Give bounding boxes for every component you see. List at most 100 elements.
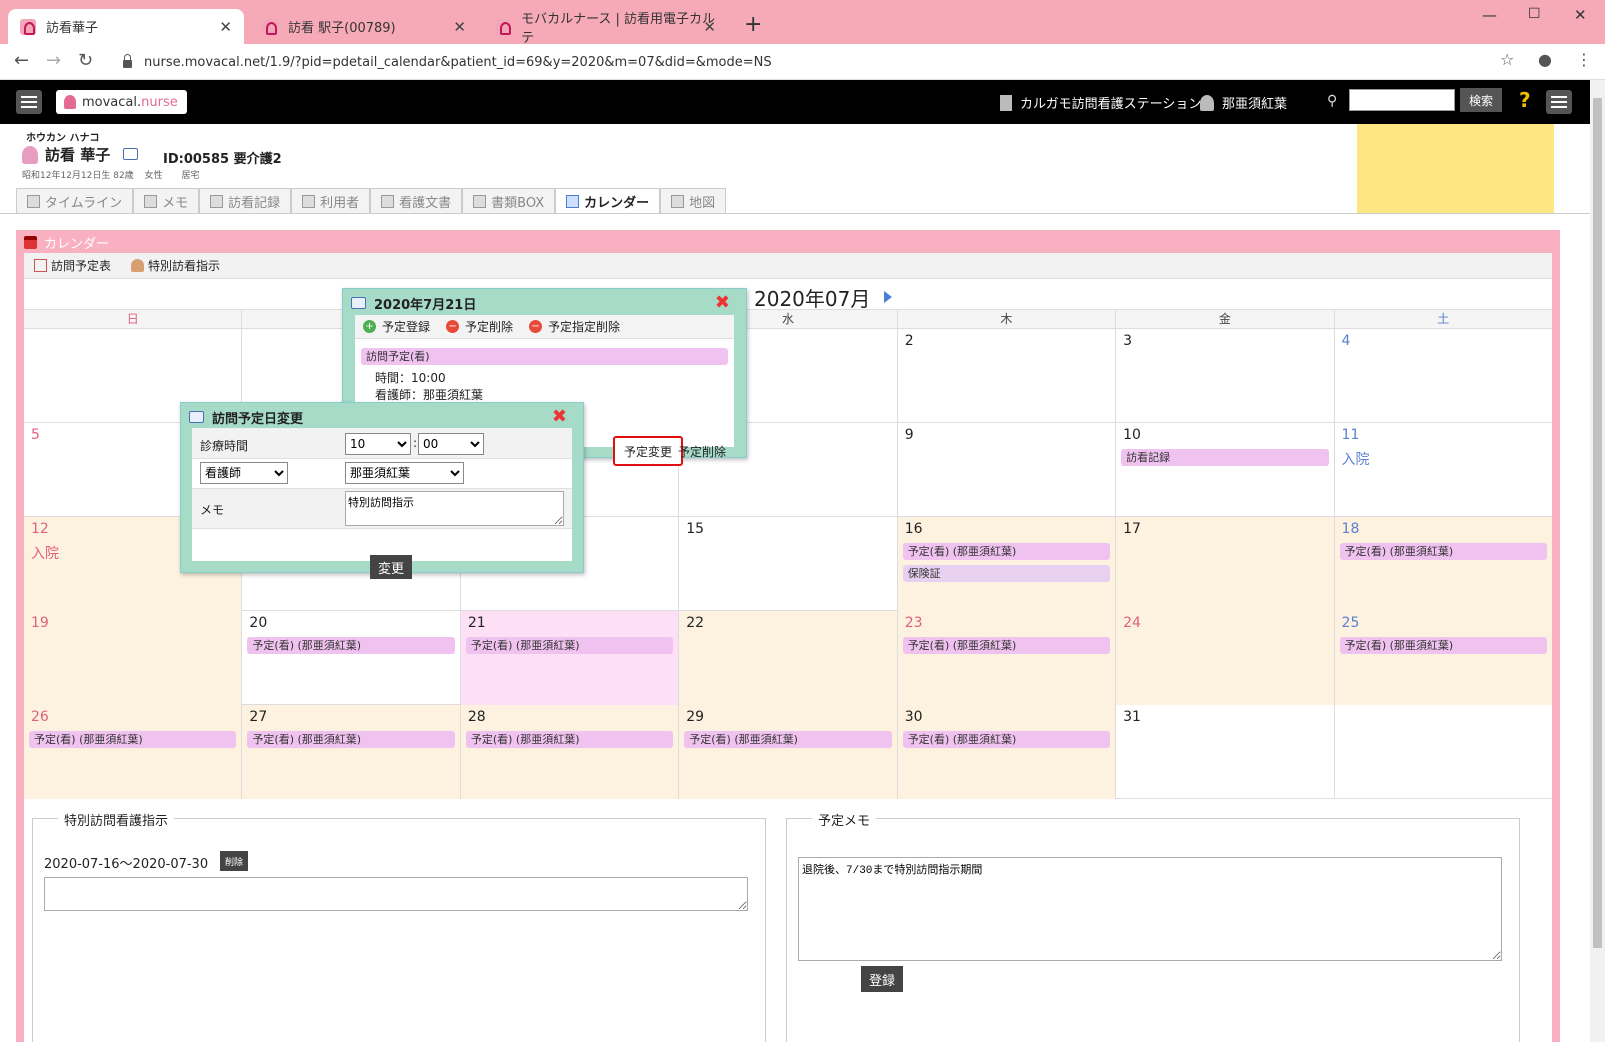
day-cell[interactable]: 24: [1115, 611, 1334, 705]
tab-map[interactable]: 地図: [660, 188, 727, 214]
window-close-icon[interactable]: ✕: [1574, 6, 1587, 24]
day-cell[interactable]: 3: [1115, 329, 1333, 423]
schedule-event[interactable]: 予定(看) (那亜須紅葉): [29, 731, 237, 748]
search-button[interactable]: 検索: [1460, 88, 1502, 112]
help-icon[interactable]: ?: [1519, 88, 1531, 112]
account-icon[interactable]: ●: [1538, 50, 1552, 69]
next-month-arrow-icon[interactable]: [884, 291, 892, 303]
tab-nursing-docs[interactable]: 看護文書: [370, 188, 463, 214]
more-vert-icon[interactable]: ⋮: [1576, 50, 1592, 69]
day-cell[interactable]: 17: [1115, 517, 1334, 611]
hamburger-menu-icon[interactable]: [16, 90, 42, 114]
day-cell[interactable]: 11 入院: [1333, 423, 1552, 517]
schedule-event[interactable]: 予定(看) (那亜須紅葉): [1339, 637, 1547, 654]
schedule-event[interactable]: 予定(看) (那亜須紅葉): [247, 731, 455, 748]
schedule-event[interactable]: 予定(看) (那亜須紅葉): [465, 637, 674, 654]
add-schedule-button[interactable]: + 予定登録: [355, 318, 438, 335]
nurse-icon: [131, 259, 145, 272]
pencil-icon: [144, 195, 158, 208]
tool-label: 訪問予定表: [51, 259, 112, 273]
hour-select[interactable]: 10: [345, 433, 411, 455]
day-cell[interactable]: 29 予定(看) (那亜須紅葉): [678, 705, 897, 799]
insurance-event[interactable]: 保険証: [902, 565, 1111, 582]
scrollbar-thumb[interactable]: [1593, 98, 1602, 948]
day-cell[interactable]: 16 予定(看) (那亜須紅葉) 保険証: [896, 517, 1116, 611]
delete-schedule-link[interactable]: 予定削除: [678, 443, 726, 460]
schedule-event[interactable]: 予定(看) (那亜須紅葉): [1339, 543, 1547, 560]
tab-user[interactable]: 利用者: [291, 188, 371, 214]
forward-arrow-icon[interactable]: →: [46, 50, 61, 71]
close-icon[interactable]: ✕: [453, 18, 466, 36]
day-cell[interactable]: 20 予定(看) (那亜須紅葉): [241, 611, 459, 705]
user-name: 那亜須紅葉: [1222, 97, 1288, 112]
back-arrow-icon[interactable]: ←: [14, 50, 29, 71]
day-cell-selected[interactable]: 21 予定(看) (那亜須紅葉): [459, 611, 679, 705]
delete-instruction-button[interactable]: 削除: [220, 851, 248, 871]
day-cell[interactable]: 25 予定(看) (那亜須紅葉): [1333, 611, 1552, 705]
close-icon[interactable]: ✕: [703, 18, 716, 36]
day-cell[interactable]: 2: [896, 329, 1115, 423]
close-icon[interactable]: ✖: [552, 406, 567, 427]
vertical-scrollbar[interactable]: [1590, 80, 1605, 1042]
favicon-icon: [262, 18, 278, 35]
browser-tab-2[interactable]: 訪看 駅子(00789) ✕: [250, 9, 478, 44]
minimize-icon[interactable]: —: [1482, 6, 1497, 24]
schedule-event[interactable]: 予定(看) (那亜須紅葉): [465, 731, 674, 748]
change-button[interactable]: 変更: [370, 555, 412, 579]
staff-select[interactable]: 那亜須紅葉: [345, 462, 464, 484]
schedule-event[interactable]: 予定(看) (那亜須紅葉): [902, 543, 1111, 560]
delete-schedule-button[interactable]: − 予定削除: [438, 318, 521, 335]
right-menu-icon[interactable]: [1546, 90, 1572, 114]
day-cell[interactable]: 26 予定(看) (那亜須紅葉): [24, 705, 242, 799]
browser-tab-1[interactable]: 訪看華子 ✕: [8, 9, 244, 44]
minute-select[interactable]: 00: [418, 433, 484, 455]
tab-document-box[interactable]: 書類BOX: [462, 188, 556, 214]
visit-schedule-event[interactable]: 訪問予定(看): [361, 348, 728, 365]
close-icon[interactable]: ✖: [715, 292, 730, 313]
special-instruction-button[interactable]: 特別訪看指示: [121, 257, 230, 274]
tab-timeline[interactable]: タイムライン: [16, 188, 134, 214]
tab-memo[interactable]: メモ: [133, 188, 200, 214]
day-cell[interactable]: 15: [678, 517, 896, 611]
day-cell[interactable]: 4: [1333, 329, 1552, 423]
day-cell[interactable]: 19: [24, 611, 242, 705]
new-tab-plus-icon[interactable]: +: [744, 12, 762, 37]
bottom-panels: 特別訪問看護指示 2020-07-16〜2020-07-30 削除 予定メモ 退…: [24, 799, 1552, 1042]
visit-record-event[interactable]: 訪看記録: [1121, 449, 1329, 466]
role-select[interactable]: 看護師: [200, 462, 288, 484]
day-cell[interactable]: 23 予定(看) (那亜須紅葉): [896, 611, 1116, 705]
day-cell[interactable]: 10 訪看記録: [1115, 423, 1333, 517]
lock-icon: [123, 54, 132, 68]
instruction-textarea[interactable]: [44, 877, 748, 911]
tab-visit-record[interactable]: 訪看記録: [199, 188, 292, 214]
day-cell[interactable]: 30 予定(看) (那亜須紅葉): [896, 705, 1116, 799]
day-cell[interactable]: [1333, 705, 1552, 799]
day-cell[interactable]: 28 予定(看) (那亜須紅葉): [459, 705, 679, 799]
maximize-icon[interactable]: ☐: [1528, 6, 1541, 22]
delete-specified-button[interactable]: − 予定指定削除: [521, 318, 628, 335]
reload-icon[interactable]: ↻: [78, 50, 93, 71]
memo-textarea[interactable]: 特別訪問指示: [345, 491, 564, 526]
schedule-event[interactable]: 予定(看) (那亜須紅葉): [684, 731, 892, 748]
change-schedule-button[interactable]: 予定変更: [613, 436, 683, 466]
card-icon[interactable]: [123, 148, 138, 160]
day-cell[interactable]: 22: [678, 611, 897, 705]
star-icon[interactable]: ☆: [1500, 50, 1514, 69]
schedule-event[interactable]: 予定(看) (那亜須紅葉): [902, 637, 1111, 654]
day-cell[interactable]: 18 予定(看) (那亜須紅葉): [1333, 517, 1552, 611]
schedule-event[interactable]: 予定(看) (那亜須紅葉): [247, 637, 455, 654]
movacal-logo[interactable]: movacal. nurse: [56, 90, 187, 114]
day-number: 22: [686, 615, 705, 631]
visit-schedule-button[interactable]: 訪問予定表: [24, 257, 121, 274]
schedule-event[interactable]: 予定(看) (那亜須紅葉): [902, 731, 1111, 748]
day-cell[interactable]: 9: [896, 423, 1115, 517]
register-button[interactable]: 登録: [861, 966, 903, 992]
day-cell[interactable]: 31: [1115, 705, 1333, 799]
tab-calendar[interactable]: カレンダー: [555, 188, 661, 214]
close-icon[interactable]: ✕: [219, 18, 232, 36]
schedule-memo-textarea[interactable]: 退院後、7/30まで特別訪問指示期間: [798, 857, 1502, 961]
day-cell[interactable]: 27 予定(看) (那亜須紅葉): [241, 705, 460, 799]
url-field[interactable]: nurse.movacal.net/1.9/?pid=pdetail_calen…: [115, 49, 1545, 75]
browser-tab-3[interactable]: モバカルナース | 訪看用電子カルテ ✕: [484, 9, 728, 46]
search-input[interactable]: [1349, 89, 1455, 111]
